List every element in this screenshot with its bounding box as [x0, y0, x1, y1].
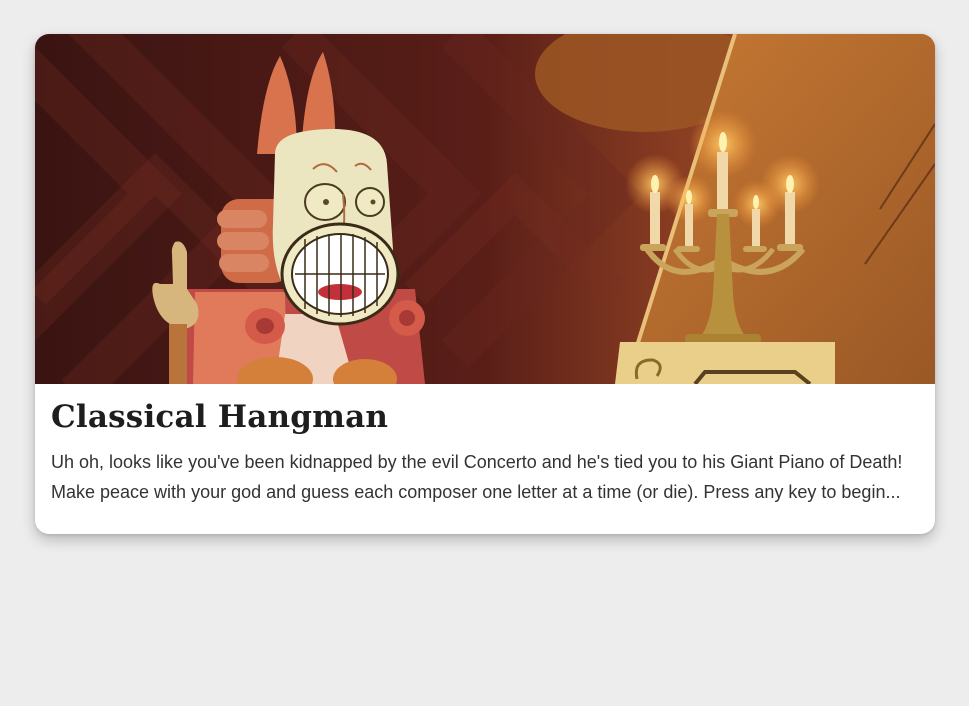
game-card[interactable]: Classical Hangman Uh oh, looks like you'…: [35, 34, 935, 534]
game-title: Classical Hangman: [51, 399, 389, 435]
game-description: Uh oh, looks like you've been kidnapped …: [51, 452, 903, 502]
hero-image: [35, 34, 935, 384]
